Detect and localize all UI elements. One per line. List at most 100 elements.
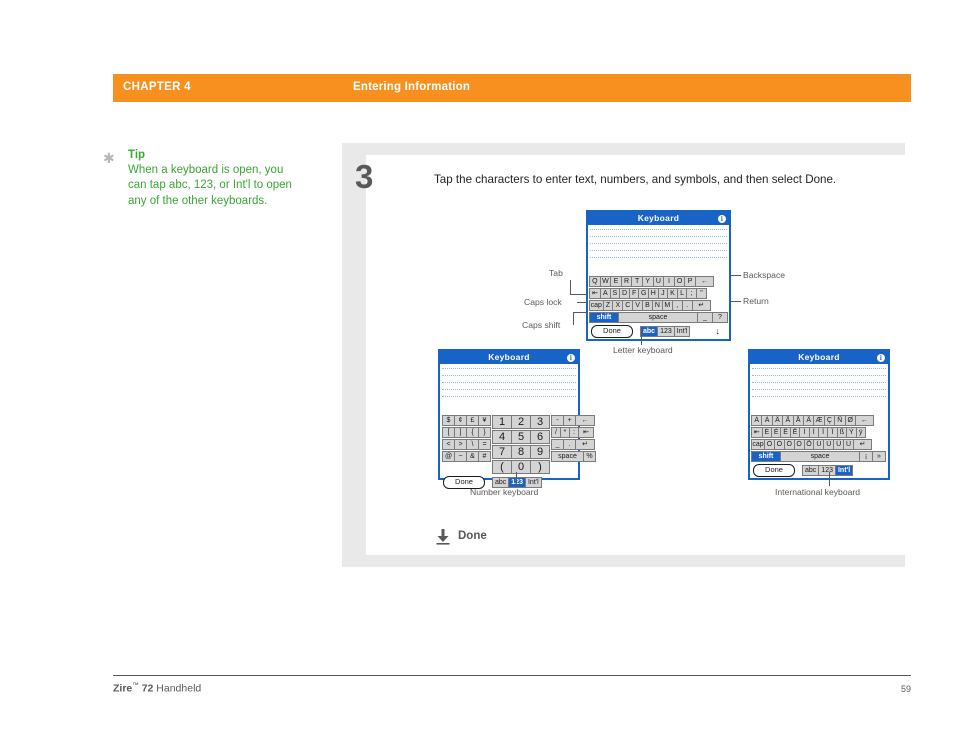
done-button[interactable]: Done bbox=[591, 324, 633, 338]
key-row-1: Q W E R T Y U I O P ← bbox=[589, 276, 728, 287]
digit-row: 789 bbox=[492, 445, 550, 459]
key-shift[interactable]: shift bbox=[589, 312, 619, 323]
leader-line-letterkb bbox=[641, 330, 642, 345]
note-line bbox=[590, 243, 727, 244]
note-area[interactable] bbox=[588, 225, 729, 276]
digit-block[interactable]: 1 2 3 4 5 6 7 8 9(0) bbox=[492, 415, 550, 475]
info-icon[interactable]: i bbox=[718, 214, 726, 223]
key-sym[interactable]: " bbox=[695, 288, 708, 299]
mode-button-group[interactable]: abc 123 Int'l bbox=[802, 464, 854, 476]
letter-key-grid[interactable]: Q W E R T Y U I O P ← ⇤ A S D F G H J K L; " cap Z X C V B N M,. ↵ s… bbox=[588, 276, 729, 323]
symbol-row: / *: ⇤ bbox=[551, 427, 595, 438]
callout-caps-lock: Caps lock bbox=[524, 297, 562, 307]
leader-line-tab-v bbox=[570, 280, 571, 295]
key-sym[interactable]: ↵ bbox=[853, 439, 873, 450]
tip-text: When a keyboard is open, you can tap abc… bbox=[128, 164, 292, 207]
mode-button-abc[interactable]: abc bbox=[640, 325, 659, 337]
key-sym[interactable]: ← bbox=[854, 415, 874, 426]
mode-button-intl[interactable]: Int'l bbox=[673, 325, 691, 337]
key-sym[interactable]: % bbox=[583, 451, 596, 462]
footer-product-name: Zire bbox=[113, 682, 133, 695]
key-shift[interactable]: shift bbox=[751, 451, 781, 462]
trademark-icon: ™ bbox=[132, 682, 139, 689]
key-sym[interactable]: ↵ bbox=[691, 300, 712, 311]
key-sym[interactable]: ¥ bbox=[478, 415, 491, 426]
footer-product: Zire™ 72 Handheld bbox=[113, 682, 201, 695]
step-instruction: Tap the characters to enter text, number… bbox=[434, 173, 837, 186]
key-8[interactable]: 8 bbox=[511, 445, 531, 459]
mode-button-group[interactable]: abc 123 Int'l bbox=[640, 325, 691, 337]
key-sym[interactable]: ← bbox=[575, 415, 595, 426]
key-row-2: ⇤ É È Ê Ë Í Ì Î Ïß Ýÿ bbox=[751, 427, 887, 438]
callout-return: Return bbox=[743, 296, 769, 306]
mode-button-abc[interactable]: abc bbox=[492, 476, 510, 488]
key-9[interactable]: 9 bbox=[530, 445, 550, 459]
leader-line-intlkb bbox=[829, 472, 830, 486]
key-underscore[interactable]: _ bbox=[697, 312, 713, 323]
device-title-text: Keyboard bbox=[488, 352, 530, 362]
digit-row: 456 bbox=[492, 430, 550, 444]
key-0[interactable]: 0 bbox=[511, 460, 531, 474]
key-guillemet[interactable]: » bbox=[872, 451, 886, 462]
minimize-arrow-icon[interactable]: ↓ bbox=[716, 326, 721, 336]
symbol-block-right[interactable]: - + ← / *: ⇤ _. ↵ space% bbox=[551, 415, 596, 475]
key-sym[interactable]: # bbox=[478, 451, 491, 462]
mode-button-123[interactable]: 123 bbox=[508, 476, 526, 488]
note-area[interactable] bbox=[440, 364, 578, 415]
mode-button-abc[interactable]: abc bbox=[802, 464, 820, 476]
key-sym[interactable]: ) bbox=[530, 460, 550, 474]
note-line bbox=[752, 382, 886, 383]
key-sym[interactable]: } bbox=[478, 427, 491, 438]
key-sym[interactable]: ← bbox=[694, 276, 714, 287]
info-icon[interactable]: i bbox=[877, 353, 885, 362]
mode-button-intl[interactable]: Int'l bbox=[524, 476, 542, 488]
mode-button-123[interactable]: 123 bbox=[818, 464, 836, 476]
key-cap[interactable]: cap bbox=[589, 300, 604, 311]
international-key-grid[interactable]: Á À Â Ã Å Ä Æ Ç Ñ Ø ← ⇤ É È Ê Ë Í Ì Î Ïß Ýÿ cap Ó Ò Ô Ö Õ Ú Ù Û Ü ↵ s… bbox=[750, 415, 888, 462]
symbol-row: space% bbox=[551, 451, 596, 462]
key-space[interactable]: space bbox=[618, 312, 698, 323]
key-question[interactable]: ? bbox=[712, 312, 728, 323]
international-keyboard-device: Keyboard i Á À Â Ã Å Ä Æ Ç Ñ Ø ← ⇤ É È Ê Ë Í Ì Î Ïß Ýÿ cap Ó… bbox=[748, 349, 890, 480]
key-4[interactable]: 4 bbox=[492, 430, 512, 444]
key-6[interactable]: 6 bbox=[530, 430, 550, 444]
key-sym[interactable]: ( bbox=[492, 460, 512, 474]
key-space[interactable]: space bbox=[551, 451, 584, 462]
mode-button-intl[interactable]: Int'l bbox=[834, 464, 854, 476]
footer-product-type: Handheld bbox=[156, 682, 202, 695]
leader-line-backspace bbox=[729, 275, 741, 276]
number-keyboard-device: Keyboard i $ ¢ £ ¥[]{} < > \ = @ ~ & # 1 2 3 4 5 6 7 8 9(0)… bbox=[438, 349, 596, 489]
key-sym[interactable]: = bbox=[478, 439, 491, 450]
tip-body: Tip When a keyboard is open, you can tap… bbox=[128, 148, 293, 209]
key-3[interactable]: 3 bbox=[530, 415, 550, 429]
leader-line-tab-h bbox=[570, 294, 588, 295]
done-button[interactable]: Done bbox=[753, 463, 795, 477]
note-area[interactable] bbox=[750, 364, 888, 415]
mode-button-123[interactable]: 123 bbox=[657, 325, 675, 337]
note-line bbox=[752, 389, 886, 390]
key-7[interactable]: 7 bbox=[492, 445, 512, 459]
key-sym[interactable]: ↵ bbox=[575, 439, 595, 450]
note-line bbox=[590, 257, 727, 258]
key-invexcl[interactable]: ¡ bbox=[859, 451, 873, 462]
symbol-row: - + ← bbox=[551, 415, 595, 426]
done-marker-label: Done bbox=[458, 530, 487, 542]
symbol-block-left[interactable]: $ ¢ £ ¥[]{} < > \ = @ ~ & # bbox=[442, 415, 491, 475]
leader-line-numberkb bbox=[516, 472, 517, 486]
number-key-grid[interactable]: $ ¢ £ ¥[]{} < > \ = @ ~ & # 1 2 3 4 5 6 7 8 9(0) - + ← / *: ⇤ _. ↵… bbox=[440, 415, 596, 475]
key-sym[interactable]: ⇤ bbox=[578, 427, 594, 438]
note-line bbox=[590, 250, 727, 251]
key-cap[interactable]: cap bbox=[751, 439, 765, 450]
key-5[interactable]: 5 bbox=[511, 430, 531, 444]
key-row-4: shift space ¡» bbox=[751, 451, 887, 462]
key-2[interactable]: 2 bbox=[511, 415, 531, 429]
key-1[interactable]: 1 bbox=[492, 415, 512, 429]
section-title: Entering Information bbox=[353, 81, 471, 93]
key-sym[interactable]: ÿ bbox=[855, 427, 866, 438]
note-line bbox=[442, 382, 576, 383]
key-row-4: shift space _? bbox=[589, 312, 728, 323]
symbol-row: < > \ = bbox=[442, 439, 491, 450]
info-icon[interactable]: i bbox=[567, 353, 575, 362]
key-space[interactable]: space bbox=[780, 451, 860, 462]
callout-backspace: Backspace bbox=[743, 270, 786, 280]
